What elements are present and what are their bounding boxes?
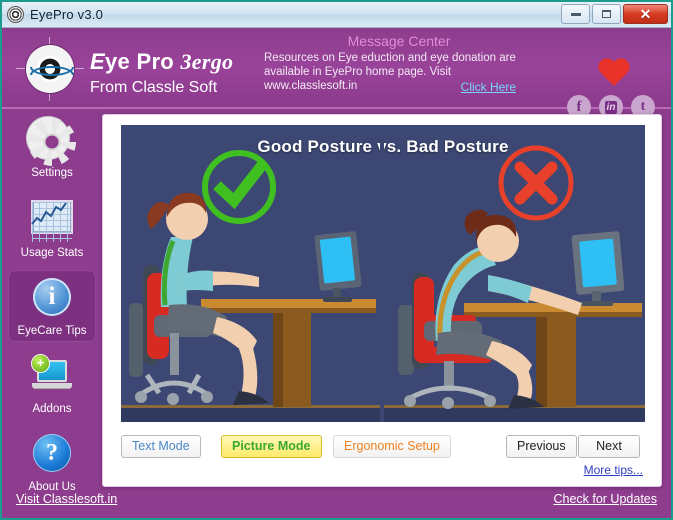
chart-icon [31, 200, 73, 242]
app-header: Eye Pro 3ergo From Classle Soft Message … [2, 29, 671, 119]
gear-icon-wrap [30, 120, 74, 164]
posture-illustration: Good Posture vs. Bad Posture [121, 125, 645, 422]
laptop-plus-icon: + [30, 355, 74, 394]
sidebar-item-label-eyecare-tips: EyeCare Tips [17, 325, 87, 337]
sidebar: Settings Usage Stats i EyeCare Tips + Ad… [2, 111, 102, 518]
eye-crosshair-logo-icon [26, 45, 74, 93]
sidebar-item-addons[interactable]: + Addons [8, 348, 96, 420]
heart-icon [597, 59, 631, 89]
bad-posture-figure [384, 145, 645, 422]
next-button[interactable]: Next [578, 435, 640, 458]
plus-badge-icon: + [32, 355, 49, 372]
eye-logo-icon [7, 6, 24, 23]
chart-line [31, 202, 67, 225]
chart-icon-wrap [30, 200, 74, 244]
close-icon: ✕ [639, 6, 652, 22]
laptop-plus-icon-wrap: + [30, 355, 74, 400]
picture-mode-button[interactable]: Picture Mode [221, 435, 322, 458]
good-posture-figure [121, 150, 380, 422]
visit-classlesoft-link[interactable]: Visit Classlesoft.in [16, 492, 117, 506]
click-here-link[interactable]: Click Here [461, 80, 516, 94]
sidebar-item-label-settings: Settings [31, 167, 73, 179]
brand-title-part2: ye Pro [104, 49, 181, 74]
previous-button[interactable]: Previous [506, 435, 577, 458]
footer: Visit Classlesoft.in Check for Updates [2, 486, 671, 518]
brand-subtitle: From Classle Soft [90, 79, 218, 96]
minimize-button[interactable] [561, 4, 590, 24]
more-tips-link[interactable]: More tips... [584, 463, 643, 477]
info-icon-wrap: i [30, 278, 74, 322]
posture-scene [121, 125, 645, 422]
check-circle-icon [202, 150, 276, 224]
brand-block: Eye Pro 3ergo From Classle Soft [90, 49, 233, 97]
sidebar-item-eyecare-tips[interactable]: i EyeCare Tips [8, 270, 96, 342]
question-icon: ? [33, 434, 71, 472]
sidebar-item-usage-stats[interactable]: Usage Stats [8, 190, 96, 264]
cross-circle-icon [498, 145, 574, 221]
application-window: EyePro v3.0 ✕ Eye Pro 3ergo From Classle… [0, 0, 673, 520]
brand-title-part1: E [90, 49, 105, 74]
maximize-button[interactable] [592, 4, 621, 24]
mode-button-row: Text Mode Picture Mode Ergonomic Setup P… [121, 435, 647, 459]
window-title: EyePro v3.0 [30, 7, 104, 22]
text-mode-button[interactable]: Text Mode [121, 435, 201, 458]
content-panel: Good Posture vs. Bad Posture Text Mode P… [102, 114, 662, 487]
maximize-icon [602, 10, 611, 18]
laptop-base [32, 383, 72, 388]
linkedin-glyph: in [604, 100, 618, 114]
sidebar-item-label-addons: Addons [32, 403, 72, 415]
info-icon: i [33, 278, 71, 316]
gear-icon [30, 120, 66, 156]
close-button[interactable]: ✕ [623, 4, 668, 24]
window-controls: ✕ [561, 4, 668, 24]
sidebar-item-label-usage-stats: Usage Stats [20, 247, 84, 259]
title-bar: EyePro v3.0 ✕ [2, 2, 671, 28]
minimize-icon [570, 12, 581, 16]
brand-title: Eye Pro 3ergo [90, 49, 233, 75]
ergonomic-setup-button[interactable]: Ergonomic Setup [333, 435, 451, 458]
question-icon-wrap: ? [30, 434, 74, 478]
message-center-title: Message Center [347, 33, 451, 49]
message-center: Message Center Resources on Eye eduction… [264, 33, 534, 94]
brand-title-part3: 3ergo [180, 49, 234, 74]
sidebar-item-settings[interactable]: Settings [8, 111, 96, 184]
check-for-updates-link[interactable]: Check for Updates [553, 492, 657, 506]
